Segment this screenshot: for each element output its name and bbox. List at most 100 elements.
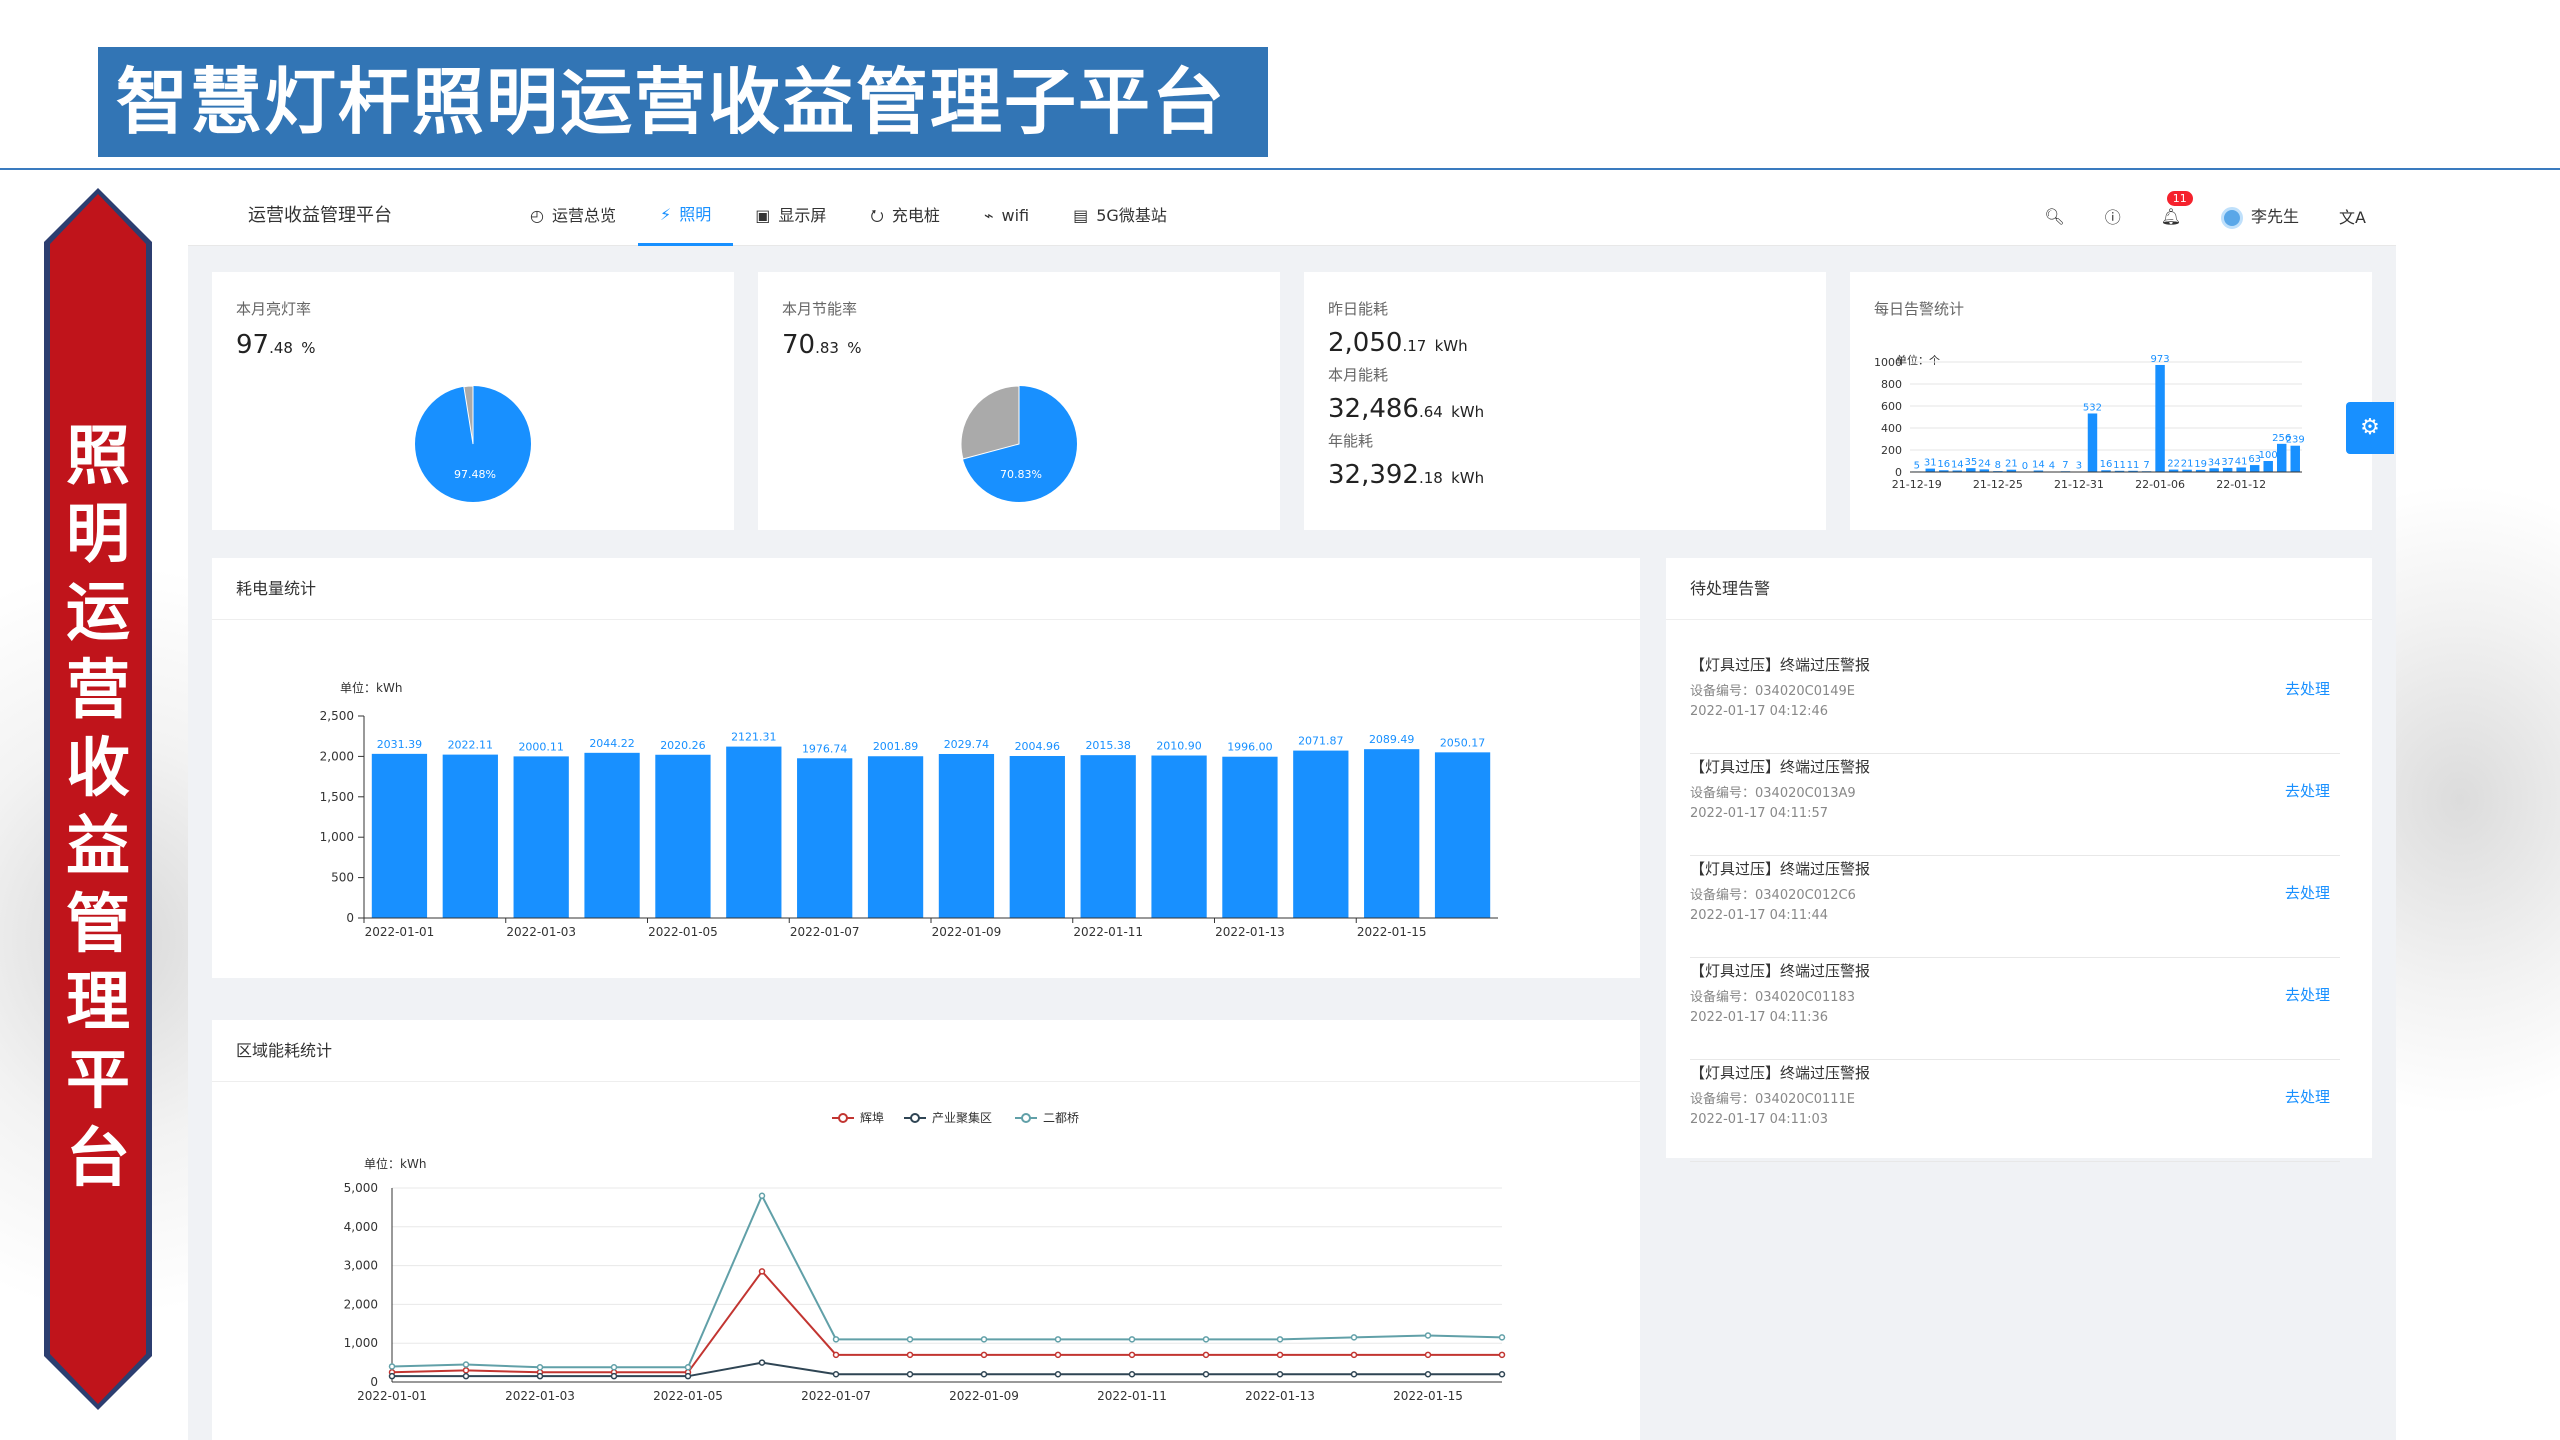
title-underline bbox=[0, 168, 2560, 170]
alarm-x-tick-label: 22-01-12 bbox=[2216, 478, 2266, 491]
handle-alarm-button[interactable]: 去处理 bbox=[2285, 678, 2330, 699]
banner-char: 照 bbox=[66, 419, 130, 494]
region-point bbox=[388, 1363, 396, 1370]
legend-label: 辉埠 bbox=[860, 1111, 884, 1125]
power-bar bbox=[584, 752, 640, 918]
power-bar-label: 2029.74 bbox=[944, 738, 990, 751]
top-right-tools: 🔍︎ ⓘ 🔔︎ 11 李先生 文A bbox=[2044, 186, 2366, 246]
region-point bbox=[832, 1351, 840, 1359]
nav-tab[interactable]: ▣ 显示屏 bbox=[733, 186, 848, 246]
alarm-y-tick-label: 400 bbox=[1881, 422, 1902, 435]
nav-tab[interactable]: ◴ 运营总览 bbox=[508, 186, 638, 246]
main-nav: ◴ 运营总览 ⚡ 照明 ▣ 显示屏 ⭮ 充电桩 ⌁ wifi ▤ 5G微基站 bbox=[508, 186, 1189, 246]
alarm-time: 2022-01-17 04:11:44 bbox=[1690, 908, 1829, 923]
power-x-tick-label: 2022-01-09 bbox=[932, 925, 1002, 939]
banner-char: 理 bbox=[66, 965, 130, 1040]
alarm-bar-label: 3 bbox=[2076, 461, 2082, 472]
handle-alarm-button[interactable]: 去处理 bbox=[2285, 1086, 2330, 1107]
clock-icon: ◴ bbox=[530, 206, 544, 225]
nav-tab[interactable]: ⚡ 照明 bbox=[637, 186, 734, 246]
station-icon: ▤ bbox=[1073, 206, 1089, 225]
alarm-bar-label: 31 bbox=[1924, 458, 1937, 469]
alarm-stats-card: 每日告警统计 单位：个 0 200 400 600 800 1000 5 31 16 14 35 24 8… bbox=[1850, 272, 2372, 530]
region-x-tick-label: 2022-01-05 bbox=[653, 1389, 723, 1403]
user-name: 李先生 bbox=[2251, 207, 2300, 227]
power-y-tick-label: 1,000 bbox=[320, 830, 354, 844]
alarm-bar bbox=[2263, 461, 2273, 472]
region-point bbox=[1128, 1370, 1136, 1378]
alarm-bar bbox=[2290, 445, 2300, 472]
search-icon[interactable]: 🔍︎ bbox=[2044, 207, 2064, 226]
region-panel: 区域能耗统计 辉埠 产业聚集区 二都桥 单位：kWh 0 1,000 2,000 3,000 4… bbox=[212, 1020, 1640, 1440]
power-y-tick-label: 0 bbox=[346, 911, 354, 925]
region-y-tick-label: 0 bbox=[370, 1375, 378, 1389]
nav-tab[interactable]: ⌁ wifi bbox=[962, 186, 1051, 246]
region-point bbox=[758, 1192, 766, 1200]
power-bar-label: 2020.26 bbox=[660, 739, 706, 752]
power-y-tick-label: 500 bbox=[331, 871, 354, 885]
power-bar bbox=[938, 753, 995, 918]
banner-text: 照明运营收益管理平台 bbox=[44, 418, 152, 1198]
alarm-bar bbox=[1966, 468, 1976, 472]
alarm-y-tick-label: 600 bbox=[1881, 400, 1902, 413]
power-bar-label: 1976.74 bbox=[802, 742, 848, 755]
month-energy-value: 32,486.64 kWh bbox=[1328, 394, 1485, 424]
nav-tab[interactable]: ▤ 5G微基站 bbox=[1051, 186, 1189, 246]
power-y-tick-label: 2,500 bbox=[320, 709, 354, 723]
power-bar-label: 2121.31 bbox=[731, 731, 777, 744]
region-point bbox=[1202, 1336, 1210, 1343]
legend-label: 产业聚集区 bbox=[932, 1110, 992, 1125]
region-x-tick-label: 2022-01-07 bbox=[801, 1389, 871, 1403]
help-icon[interactable]: ⓘ bbox=[2105, 204, 2121, 228]
legend-marker bbox=[1021, 1113, 1031, 1123]
translate-icon[interactable]: 文A bbox=[2339, 204, 2366, 228]
alarm-bar-label: 239 bbox=[2286, 435, 2305, 446]
light-rate-slice-label: 97.48% bbox=[454, 468, 496, 481]
power-x-tick-label: 2022-01-03 bbox=[506, 925, 576, 939]
region-point bbox=[832, 1370, 840, 1378]
power-y-tick-label: 2,000 bbox=[320, 749, 354, 763]
handle-alarm-button[interactable]: 去处理 bbox=[2285, 984, 2330, 1005]
region-point bbox=[536, 1372, 544, 1380]
region-point bbox=[1202, 1351, 1210, 1359]
alarm-bar bbox=[2222, 467, 2233, 472]
bell-icon[interactable]: 🔔︎ 11 bbox=[2161, 190, 2193, 226]
legend-label: 二都桥 bbox=[1043, 1111, 1079, 1125]
power-bar bbox=[1222, 756, 1278, 918]
handle-alarm-button[interactable]: 去处理 bbox=[2285, 780, 2330, 801]
user-menu[interactable]: 李先生 bbox=[2221, 203, 2299, 229]
alarm-bar-label: 14 bbox=[1951, 459, 1964, 470]
power-bar-label: 2004.96 bbox=[1015, 740, 1061, 753]
region-y-tick-label: 1,000 bbox=[344, 1336, 378, 1350]
nav-tab[interactable]: ⭮ 充电桩 bbox=[848, 186, 962, 246]
region-point bbox=[832, 1336, 840, 1343]
handle-alarm-button[interactable]: 去处理 bbox=[2285, 882, 2330, 903]
region-point bbox=[980, 1370, 988, 1378]
alarm-time: 2022-01-17 04:12:46 bbox=[1690, 704, 1829, 719]
alarm-bar-label: 34 bbox=[2208, 457, 2221, 468]
region-series-line bbox=[392, 1361, 1502, 1378]
power-panel-title: 耗电量统计 bbox=[212, 558, 1640, 620]
alarm-bar bbox=[1925, 468, 1936, 472]
region-point bbox=[610, 1364, 618, 1371]
alarm-y-tick-label: 1000 bbox=[1874, 356, 1902, 369]
alarm-bar-label: 5 bbox=[1914, 460, 1920, 471]
year-energy-value: 32,392.18 kWh bbox=[1328, 460, 1485, 490]
nav-tab-label: 5G微基站 bbox=[1096, 206, 1167, 225]
side-banner: 照明运营收益管理平台 bbox=[44, 188, 152, 1410]
alarm-bar-label: 24 bbox=[1978, 458, 1991, 469]
power-bar bbox=[371, 753, 428, 918]
region-point bbox=[1276, 1351, 1284, 1359]
daily-alarm-chart: 单位：个020040060080010005 31 16 14 35 24 8 21 0 14 4 7… bbox=[1874, 353, 2305, 491]
region-point bbox=[1054, 1351, 1062, 1359]
month-energy-label: 本月能耗 bbox=[1328, 366, 1389, 384]
brand-title[interactable]: 运营收益管理平台 bbox=[248, 186, 392, 246]
region-y-tick-label: 4,000 bbox=[344, 1220, 378, 1234]
power-x-tick-label: 2022-01-05 bbox=[648, 925, 718, 939]
avatar bbox=[2221, 206, 2244, 229]
top-nav-bar: 运营收益管理平台 ◴ 运营总览 ⚡ 照明 ▣ 显示屏 ⭮ 充电桩 ⌁ wifi ▤ 5G微基站 🔍︎ … bbox=[188, 186, 2396, 246]
banner-char: 营 bbox=[66, 653, 130, 728]
power-bar-label: 2001.89 bbox=[873, 740, 919, 753]
legend-marker bbox=[910, 1113, 920, 1123]
settings-gear-icon[interactable]: ⚙ bbox=[2346, 402, 2394, 454]
